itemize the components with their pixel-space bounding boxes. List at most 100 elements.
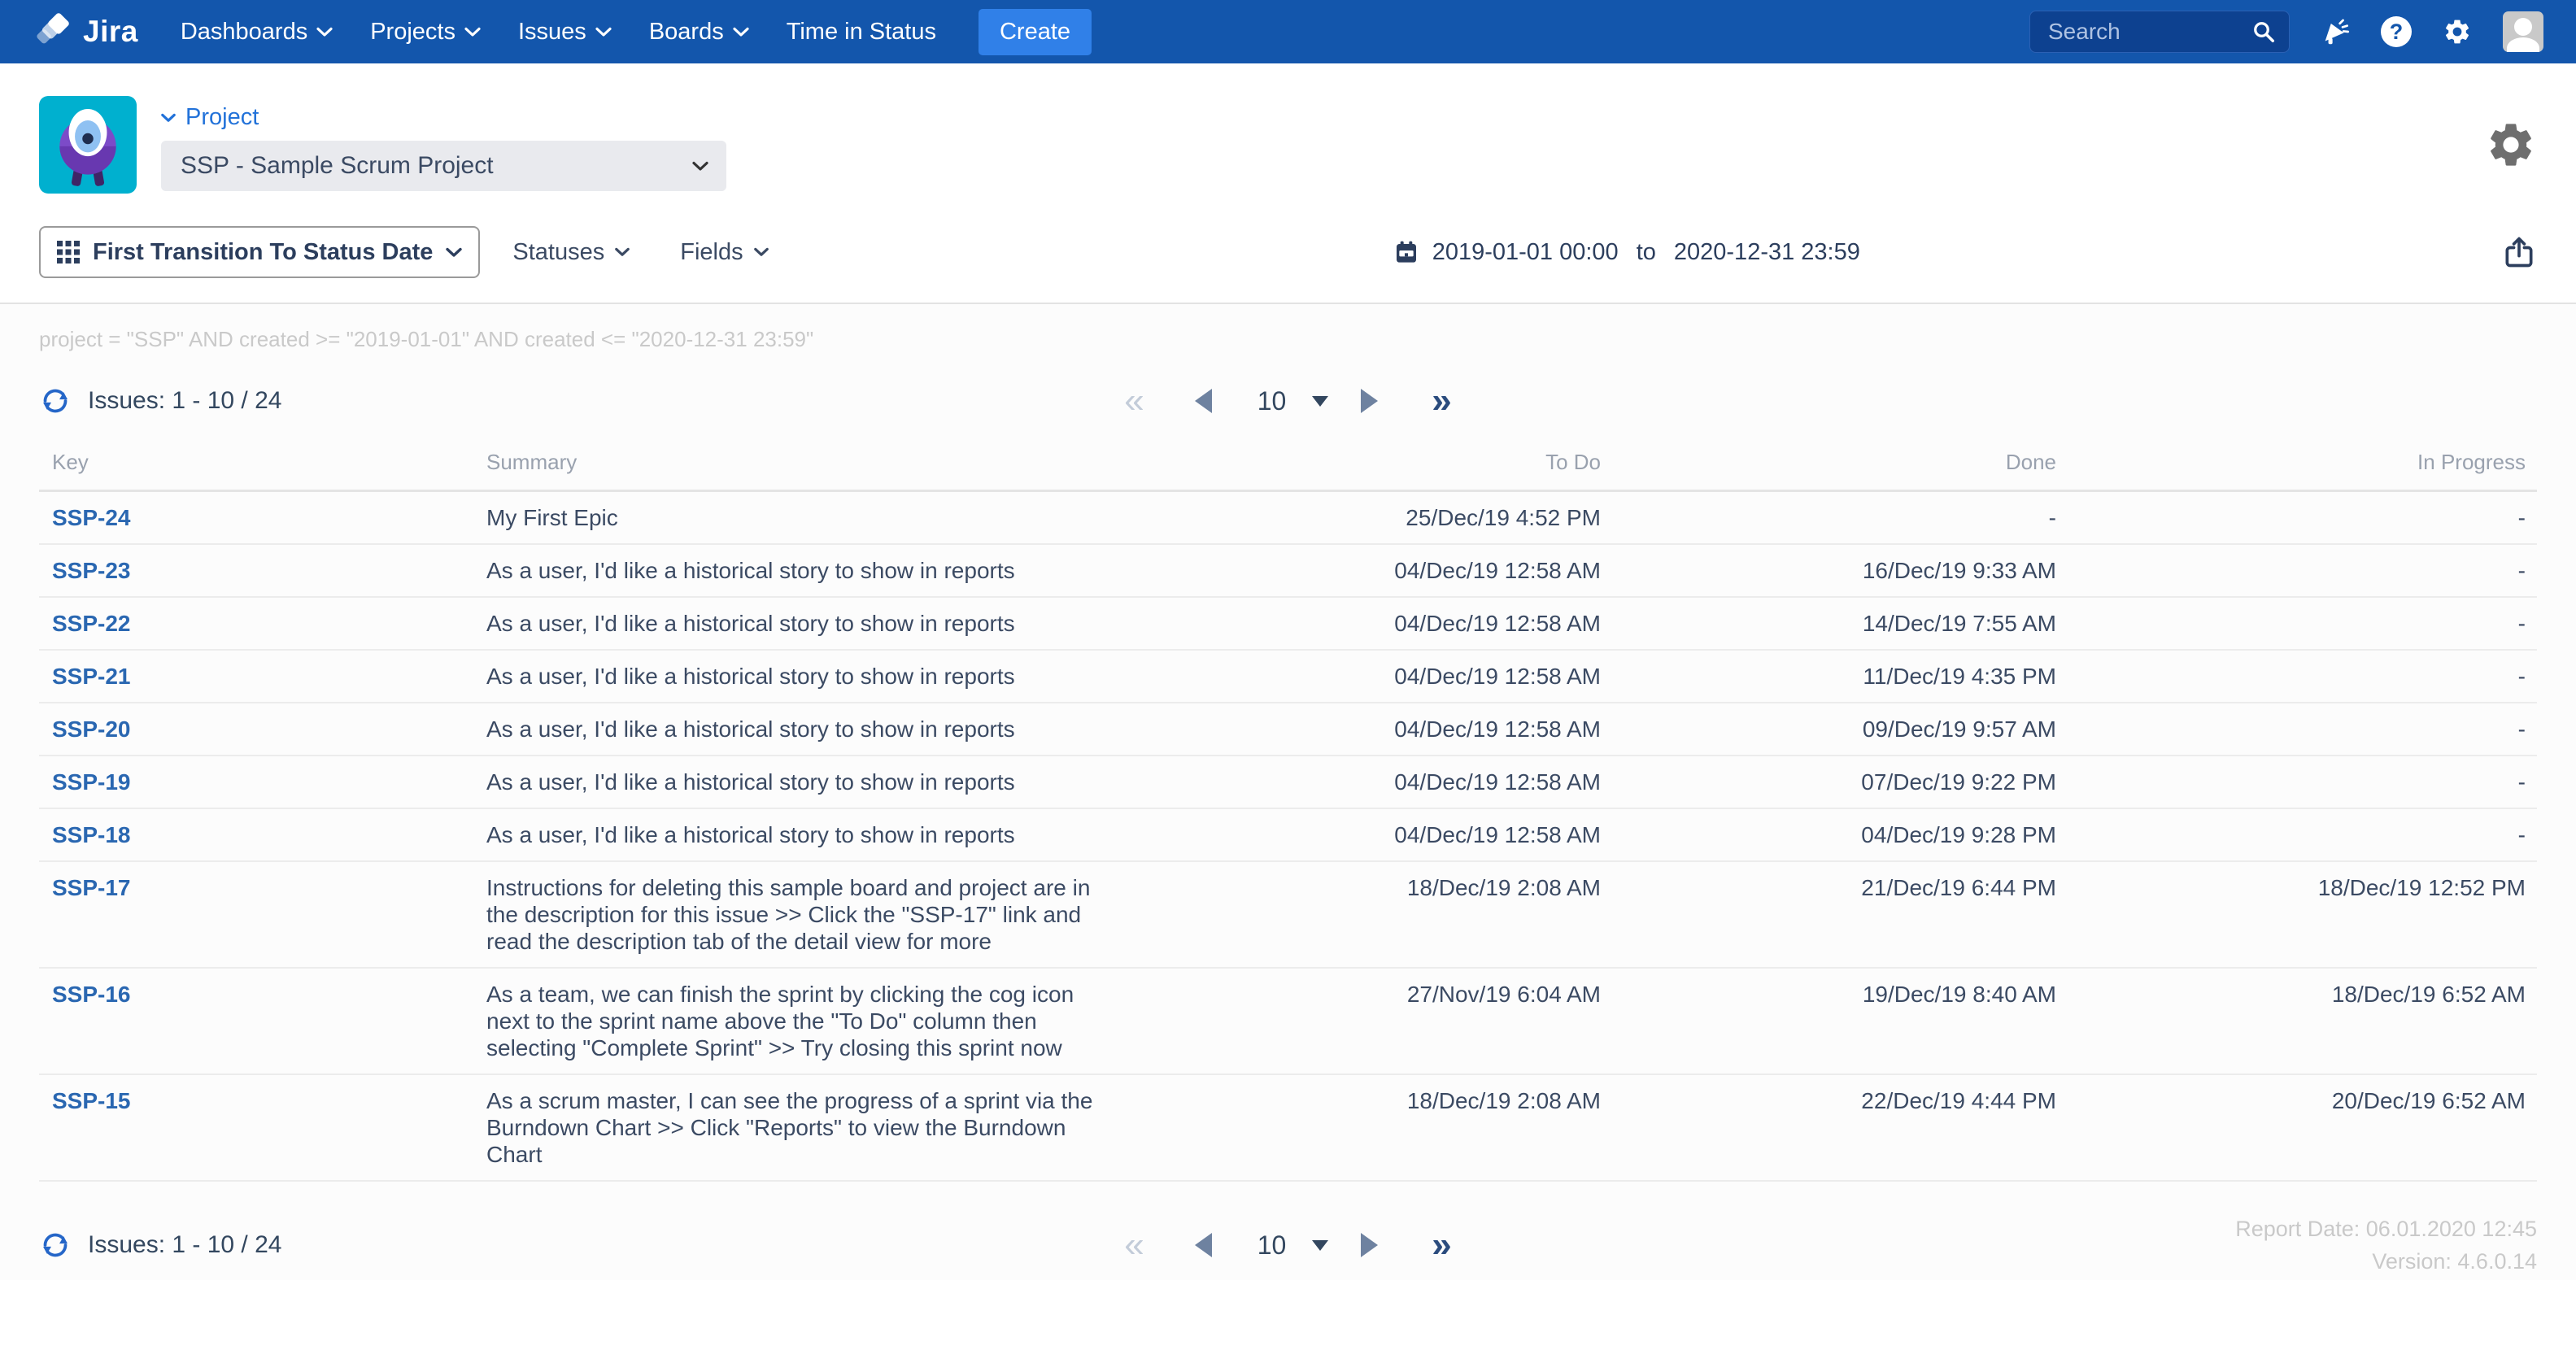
issue-key-cell: SSP-21 (39, 663, 486, 690)
done-date: 07/Dec/19 9:22 PM (1861, 769, 2056, 795)
search-input[interactable] (2046, 18, 2251, 46)
page-size-value[interactable]: 10 (1257, 386, 1287, 416)
announcement-icon[interactable] (2321, 17, 2350, 46)
chevron-down-icon (446, 247, 462, 258)
nav-item-projects[interactable]: Projects (370, 19, 481, 46)
report-toolbar: First Transition To Status Date Statuses… (0, 226, 2576, 304)
inprogress-date: - (2517, 505, 2526, 530)
pagination-prev-button[interactable] (1194, 389, 1212, 413)
issue-key-link[interactable]: SSP-19 (52, 769, 131, 795)
report-settings-gear-icon[interactable] (2485, 119, 2537, 171)
chevron-down-icon (316, 27, 333, 37)
column-header-done[interactable]: Done (1601, 450, 2056, 475)
issue-key-cell: SSP-22 (39, 610, 486, 637)
table-row: SSP-22 As a user, I'd like a historical s… (39, 598, 2537, 651)
pagination-first-button[interactable]: « (1124, 1227, 1144, 1263)
issue-key-link[interactable]: SSP-22 (52, 611, 131, 636)
issue-summary: As a user, I'd like a historical story t… (486, 611, 1015, 636)
jira-logo[interactable]: Jira (36, 13, 138, 50)
issues-counter-group: Issues: 1 - 10 / 24 (39, 1229, 1124, 1261)
issue-key-cell: SSP-23 (39, 557, 486, 584)
table-row: SSP-19 As a user, I'd like a historical s… (39, 756, 2537, 809)
issue-key-link[interactable]: SSP-24 (52, 505, 131, 530)
date-from: 2019-01-01 00:00 (1432, 238, 1619, 265)
issue-key-link[interactable]: SSP-16 (52, 982, 131, 1007)
todo-date: 27/Nov/19 6:04 AM (1406, 982, 1601, 1007)
issue-key-link[interactable]: SSP-23 (52, 558, 131, 583)
inprogress-date: - (2517, 558, 2526, 583)
table-header: Key Summary To Do Done In Progress (39, 450, 2537, 492)
refresh-icon[interactable] (39, 1229, 72, 1261)
inprogress-date: 18/Dec/19 12:52 PM (2317, 875, 2526, 900)
report-type-dropdown[interactable]: First Transition To Status Date (39, 226, 481, 278)
table-row: SSP-16 As a team, we can finish the sprin… (39, 969, 2537, 1075)
done-date: 04/Dec/19 9:28 PM (1861, 822, 2056, 847)
inprogress-date: 18/Dec/19 6:52 AM (2331, 982, 2526, 1007)
project-section-toggle[interactable]: Project (161, 104, 726, 131)
export-icon[interactable] (2501, 234, 2537, 270)
list-bar-bottom: Issues: 1 - 10 / 24 « 10 » Report Date: … (0, 1213, 2576, 1278)
pagination-last-button[interactable]: » (1432, 1227, 1451, 1263)
search-icon[interactable] (2251, 20, 2276, 44)
issue-summary: As a user, I'd like a historical story t… (486, 558, 1015, 583)
page-size-dropdown-icon[interactable] (1312, 395, 1329, 407)
page-size-value[interactable]: 10 (1257, 1230, 1287, 1261)
table-row: SSP-17 Instructions for deleting this sam… (39, 862, 2537, 969)
pagination-first-button[interactable]: « (1124, 383, 1144, 419)
create-button[interactable]: Create (978, 8, 1092, 55)
search-box[interactable] (2029, 11, 2290, 53)
project-select[interactable]: SSP - Sample Scrum Project (161, 141, 726, 191)
pagination-bottom: « 10 » (1124, 1227, 1452, 1263)
column-header-summary[interactable]: Summary (486, 450, 1137, 475)
issues-counter: Issues: 1 - 10 / 24 (88, 387, 282, 414)
help-icon[interactable]: ? (2381, 16, 2412, 47)
settings-gear-icon[interactable] (2443, 17, 2472, 46)
page-size-dropdown-icon[interactable] (1312, 1239, 1329, 1251)
chevron-down-icon (754, 247, 769, 257)
column-header-key[interactable]: Key (39, 450, 486, 475)
todo-date: 04/Dec/19 12:58 AM (1394, 716, 1601, 742)
report-version: Version: 4.6.0.14 (2372, 1249, 2537, 1274)
user-avatar[interactable] (2503, 11, 2543, 52)
table-row: SSP-21 As a user, I'd like a historical s… (39, 651, 2537, 703)
brand-name: Jira (83, 15, 138, 48)
nav-item-dashboards[interactable]: Dashboards (181, 19, 333, 46)
issue-key-link[interactable]: SSP-18 (52, 822, 131, 847)
column-header-inprogress[interactable]: In Progress (2056, 450, 2537, 475)
nav-item-boards[interactable]: Boards (649, 19, 749, 46)
issue-key-link[interactable]: SSP-17 (52, 875, 131, 900)
issue-key-link[interactable]: SSP-20 (52, 716, 131, 742)
issue-key-link[interactable]: SSP-21 (52, 664, 131, 689)
grid-icon (57, 241, 80, 263)
done-date: 21/Dec/19 6:44 PM (1861, 875, 2056, 900)
table-row: SSP-18 As a user, I'd like a historical s… (39, 809, 2537, 862)
issue-key-link[interactable]: SSP-15 (52, 1088, 131, 1113)
column-header-todo[interactable]: To Do (1137, 450, 1601, 475)
top-nav: Jira Dashboards Projects Issues Boards T… (0, 0, 2576, 63)
nav-item-time-in-status[interactable]: Time in Status (787, 19, 936, 46)
nav-item-issues[interactable]: Issues (518, 19, 612, 46)
issue-summary: As a user, I'd like a historical story t… (486, 664, 1015, 689)
statuses-dropdown[interactable]: Statuses (512, 239, 630, 266)
pagination-next-button[interactable] (1361, 1233, 1379, 1257)
issue-key-cell: SSP-24 (39, 504, 486, 531)
date-range-picker[interactable]: 2019-01-01 00:00 to 2020-12-31 23:59 (1393, 239, 1860, 266)
pagination-next-button[interactable] (1361, 389, 1379, 413)
pagination-last-button[interactable]: » (1432, 383, 1451, 419)
done-date: 09/Dec/19 9:57 AM (1862, 716, 2056, 742)
issue-key-cell: SSP-19 (39, 769, 486, 795)
todo-date: 18/Dec/19 2:08 AM (1406, 875, 1601, 900)
chevron-down-icon (733, 27, 749, 37)
fields-dropdown[interactable]: Fields (680, 239, 768, 266)
issues-table: Key Summary To Do Done In Progress SSP-2… (39, 450, 2537, 1182)
project-avatar (39, 96, 137, 194)
issue-summary: My First Epic (486, 505, 618, 530)
todo-date: 18/Dec/19 2:08 AM (1406, 1088, 1601, 1113)
refresh-icon[interactable] (39, 385, 72, 417)
chevron-down-icon (595, 27, 612, 37)
pagination-prev-button[interactable] (1194, 1233, 1212, 1257)
todo-date: 04/Dec/19 12:58 AM (1394, 558, 1601, 583)
nav-right-section: ? (2029, 11, 2543, 53)
issue-key-cell: SSP-16 (39, 981, 486, 1061)
chevron-down-icon (161, 113, 176, 123)
